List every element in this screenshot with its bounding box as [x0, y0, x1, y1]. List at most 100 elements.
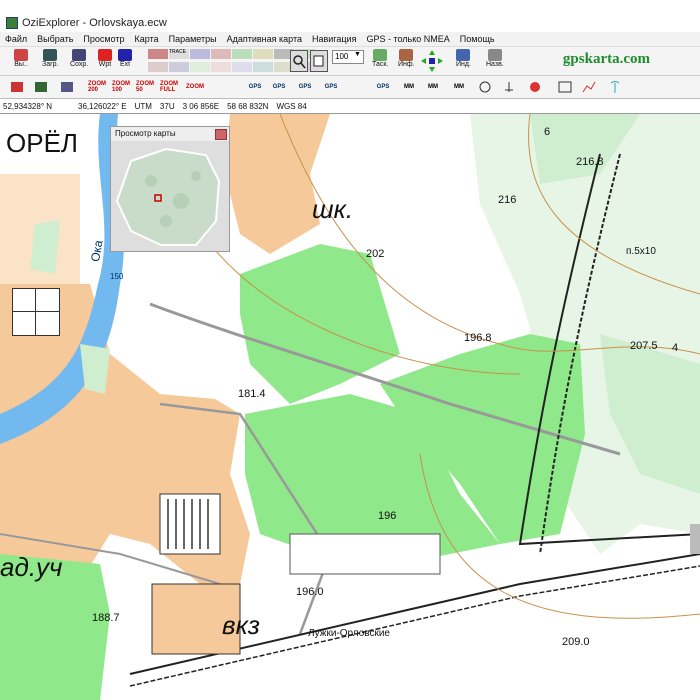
- antenna-icon[interactable]: [606, 79, 624, 95]
- elev-207-5: 207.5: [630, 340, 658, 352]
- tool-icon[interactable]: [211, 49, 231, 59]
- tool-icon[interactable]: [211, 61, 231, 72]
- menu-map[interactable]: Карта: [130, 34, 164, 44]
- map-overview-window[interactable]: Просмотр карты: [110, 126, 230, 252]
- graph-icon[interactable]: [580, 79, 598, 95]
- gps-button-1[interactable]: GPS: [246, 79, 264, 95]
- track-tool-icon[interactable]: [32, 79, 50, 95]
- zoom-dropdown-arrow[interactable]: ▼: [354, 51, 361, 58]
- grid-line: [35, 289, 36, 335]
- track-button[interactable]: Таск.: [372, 49, 388, 68]
- status-bar: 52,934328° N 36,126022° E UTM 37U 3 06 8…: [0, 99, 700, 114]
- mm-button-2[interactable]: MM: [424, 79, 442, 95]
- gps-button-3[interactable]: GPS: [296, 79, 314, 95]
- load-icon: [43, 49, 58, 61]
- station-label: вкз: [222, 610, 260, 640]
- elev-196: 196: [378, 510, 397, 522]
- app-logo-icon: [6, 17, 18, 29]
- overview-map[interactable]: [111, 141, 229, 251]
- anchor-icon[interactable]: [500, 79, 518, 95]
- menu-select[interactable]: Выбрать: [32, 34, 78, 44]
- gps-button-2[interactable]: GPS: [270, 79, 288, 95]
- tool-icon[interactable]: [148, 49, 168, 59]
- names-button[interactable]: Назв.: [486, 49, 504, 68]
- elev-181-4: 181.4: [238, 388, 266, 400]
- datum-readout: WGS 84: [276, 101, 307, 111]
- wpt-tool-icon[interactable]: [8, 79, 26, 95]
- elev-209-0: 209.0: [562, 636, 590, 648]
- tool-icon[interactable]: [190, 61, 210, 72]
- elev-202: 202: [366, 248, 385, 260]
- grid-number-4: 4: [672, 342, 679, 354]
- main-toolbar: Вы.. Загр. Сохр. Wpt Ext TRACE 100 ▼ Тас…: [0, 47, 700, 76]
- station-name-label: Лужки-Орловские: [308, 628, 390, 639]
- elev-188-7: 188.7: [92, 612, 120, 624]
- grid-number-6: 6: [544, 126, 551, 138]
- tool-icon[interactable]: [190, 49, 210, 59]
- utm-zone: 37U: [159, 101, 175, 111]
- tool-icon[interactable]: [253, 61, 273, 72]
- zoom-100-button[interactable]: ZOOM 100: [112, 79, 130, 95]
- map-move-button[interactable]: [310, 50, 328, 72]
- waypoint-icon: [98, 49, 112, 61]
- menu-help[interactable]: Помощь: [455, 34, 500, 44]
- overview-title: Просмотр карты: [111, 127, 229, 141]
- select-icon: [14, 49, 28, 61]
- map-grid-overlay[interactable]: [12, 288, 60, 336]
- pan-arrows-button[interactable]: [420, 49, 444, 73]
- brand-watermark: gpskarta.com: [562, 51, 650, 67]
- tool-icon[interactable]: [232, 49, 252, 59]
- elev-196-0: 196.0: [296, 586, 324, 598]
- info-icon: [399, 49, 414, 61]
- extra-button[interactable]: Ext: [118, 49, 132, 68]
- elev-150: 150: [110, 272, 124, 281]
- tool-icon[interactable]: [148, 61, 168, 72]
- zoom-50-button[interactable]: ZOOM 50: [136, 79, 154, 95]
- oziexplorer-window: OziExplorer - Orlovskaya.ecw Файл Выбрат…: [0, 0, 700, 700]
- tool-icon[interactable]: [253, 49, 273, 59]
- menu-bar: Файл Выбрать Просмотр Карта Параметры Ад…: [0, 32, 700, 47]
- stop-icon[interactable]: [526, 79, 544, 95]
- gps-button-4[interactable]: GPS: [322, 79, 340, 95]
- menu-params[interactable]: Параметры: [164, 34, 222, 44]
- menu-file[interactable]: Файл: [0, 34, 32, 44]
- tool-icon[interactable]: [232, 61, 252, 72]
- menu-view[interactable]: Просмотр: [78, 34, 129, 44]
- hand-icon: [313, 55, 324, 67]
- save-button[interactable]: Сохр.: [70, 49, 88, 68]
- elev-216-8: 216.8: [576, 156, 604, 168]
- menu-navigation[interactable]: Навигация: [307, 34, 361, 44]
- map-tool-icon[interactable]: [58, 79, 76, 95]
- menu-adaptive[interactable]: Адаптивная карта: [222, 34, 307, 44]
- menu-gps[interactable]: GPS - только NMEA: [361, 34, 454, 44]
- mm-button-3[interactable]: MM: [450, 79, 468, 95]
- longitude-readout: 36,126022° E: [78, 101, 127, 111]
- trace-icon[interactable]: TRACE: [169, 49, 189, 59]
- select-button[interactable]: Вы..: [14, 49, 28, 68]
- elev-196-8: 196.8: [464, 332, 492, 344]
- gps-button-5[interactable]: GPS: [374, 79, 392, 95]
- indicator-icon: [456, 49, 471, 61]
- waypoint-button[interactable]: Wpt: [98, 49, 112, 68]
- garden-plots-label: ад.уч: [0, 552, 63, 582]
- zoom-200-button[interactable]: ZOOM 200: [88, 79, 106, 95]
- zoom-full-button[interactable]: ZOOM FULL: [160, 79, 178, 95]
- extra-icon: [118, 49, 132, 61]
- target-icon[interactable]: [476, 79, 494, 95]
- utm-label: UTM: [134, 101, 152, 111]
- city-label: ОРЁЛ: [6, 128, 78, 158]
- zoom-extra-button[interactable]: ZOOM: [186, 79, 204, 95]
- chart-icon[interactable]: [556, 79, 574, 95]
- tool-icon[interactable]: [169, 61, 189, 72]
- easting-readout: 3 06 856E: [182, 101, 220, 111]
- names-icon: [487, 49, 502, 61]
- indicator-button[interactable]: Инд.: [456, 49, 471, 68]
- mm-button-1[interactable]: MM: [400, 79, 418, 95]
- overview-close-icon[interactable]: [215, 129, 227, 140]
- topographic-map[interactable]: ОРЁЛ Ока 150 шк. ад.уч вкз Лужки-Орловск…: [0, 114, 700, 700]
- info-button[interactable]: Инф.: [398, 49, 415, 68]
- northing-readout: 58 68 832N: [227, 101, 269, 111]
- load-button[interactable]: Загр.: [42, 49, 59, 68]
- bridge-label: п.5х10: [626, 246, 656, 257]
- magnify-button[interactable]: [290, 50, 308, 72]
